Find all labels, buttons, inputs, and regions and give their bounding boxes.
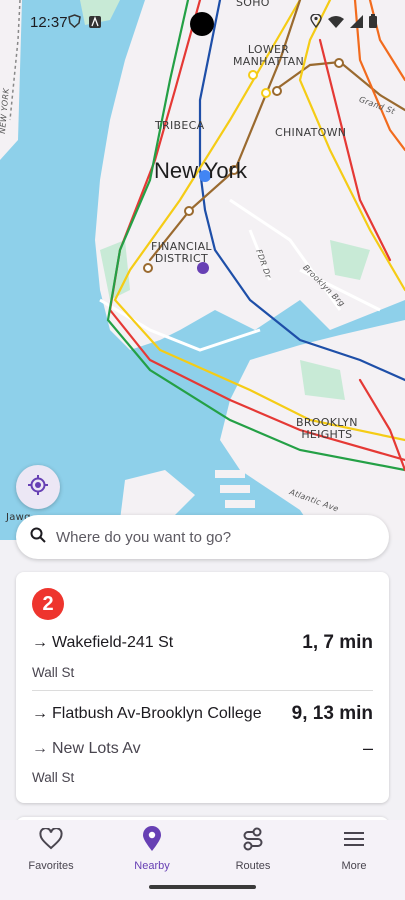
arrow-right-icon: → bbox=[32, 705, 48, 722]
trip-times: 9, 13 min bbox=[291, 703, 373, 724]
nav-label: Nearby bbox=[134, 860, 170, 872]
search-bar[interactable] bbox=[16, 515, 389, 559]
font-icon bbox=[89, 15, 101, 33]
home-indicator[interactable] bbox=[149, 885, 256, 889]
trip-times: 1, 7 min bbox=[302, 632, 373, 653]
nav-item-favorites[interactable]: Favorites bbox=[11, 826, 91, 872]
status-bar: 12:37 bbox=[0, 0, 405, 44]
map-label-new-york: New York bbox=[154, 158, 247, 183]
location-icon bbox=[310, 13, 322, 33]
nav-item-routes[interactable]: Routes bbox=[213, 827, 293, 872]
stop-name: Wall St bbox=[32, 665, 75, 680]
signal-icon bbox=[350, 14, 363, 33]
nav-label: Routes bbox=[235, 860, 271, 872]
arrow-right-icon: → bbox=[32, 634, 48, 651]
heart-icon bbox=[39, 826, 63, 855]
crosshair-icon bbox=[27, 474, 49, 501]
shield-icon bbox=[68, 14, 81, 33]
search-icon bbox=[30, 527, 46, 548]
stop-name: Wall St bbox=[32, 770, 75, 785]
destination-label: Wakefield-241 St bbox=[52, 634, 174, 651]
status-left-icons bbox=[68, 14, 101, 33]
destination-label: New Lots Av bbox=[52, 739, 141, 757]
trip-destination: → New Lots Av bbox=[32, 740, 141, 758]
map-label-lower-manhattan: LOWER MANHATTAN bbox=[233, 43, 305, 68]
my-location-button[interactable] bbox=[16, 465, 60, 509]
map-view[interactable]: SOHO LOWER MANHATTAN TRIBECA CHINATOWN N… bbox=[0, 0, 405, 540]
route-card[interactable]: 2 → Wakefield-241 St 1, 7 min Wall St → Fl… bbox=[16, 572, 389, 803]
trip-destination: → Wakefield-241 St bbox=[32, 634, 173, 652]
nav-item-more[interactable]: More bbox=[314, 828, 394, 872]
routes-icon bbox=[242, 827, 264, 856]
map-canvas bbox=[0, 0, 405, 540]
map-label-chinatown: CHINATOWN bbox=[275, 126, 347, 139]
destination-label: Flatbush Av-Brooklyn College bbox=[52, 705, 262, 722]
map-label-tribeca: TRIBECA bbox=[155, 119, 205, 132]
status-time: 12:37 bbox=[30, 14, 68, 31]
status-icons bbox=[310, 13, 377, 33]
map-label-brooklyn-heights: BROOKLYN HEIGHTS bbox=[296, 416, 358, 441]
nav-label: More bbox=[341, 860, 367, 872]
trip-destination: → Flatbush Av-Brooklyn College bbox=[32, 705, 262, 723]
battery-icon bbox=[369, 14, 377, 33]
trip-times: – bbox=[362, 738, 373, 758]
trip-row[interactable]: → Wakefield-241 St 1, 7 min bbox=[32, 632, 373, 654]
nav-label: Favorites bbox=[28, 860, 74, 872]
wifi-icon bbox=[328, 15, 344, 33]
trip-row[interactable]: → New Lots Av – bbox=[32, 738, 373, 759]
divider bbox=[32, 690, 373, 691]
arrow-right-icon: → bbox=[32, 739, 48, 757]
search-input[interactable] bbox=[56, 528, 356, 546]
trip-row[interactable]: → Flatbush Av-Brooklyn College 9, 13 min bbox=[32, 703, 373, 725]
location-pin-icon bbox=[142, 825, 162, 857]
menu-icon bbox=[343, 831, 365, 852]
map-label-financial-district: FINANCIAL DISTRICT bbox=[151, 240, 212, 265]
nav-item-nearby[interactable]: Nearby bbox=[112, 825, 192, 872]
route-badge: 2 bbox=[32, 588, 64, 620]
